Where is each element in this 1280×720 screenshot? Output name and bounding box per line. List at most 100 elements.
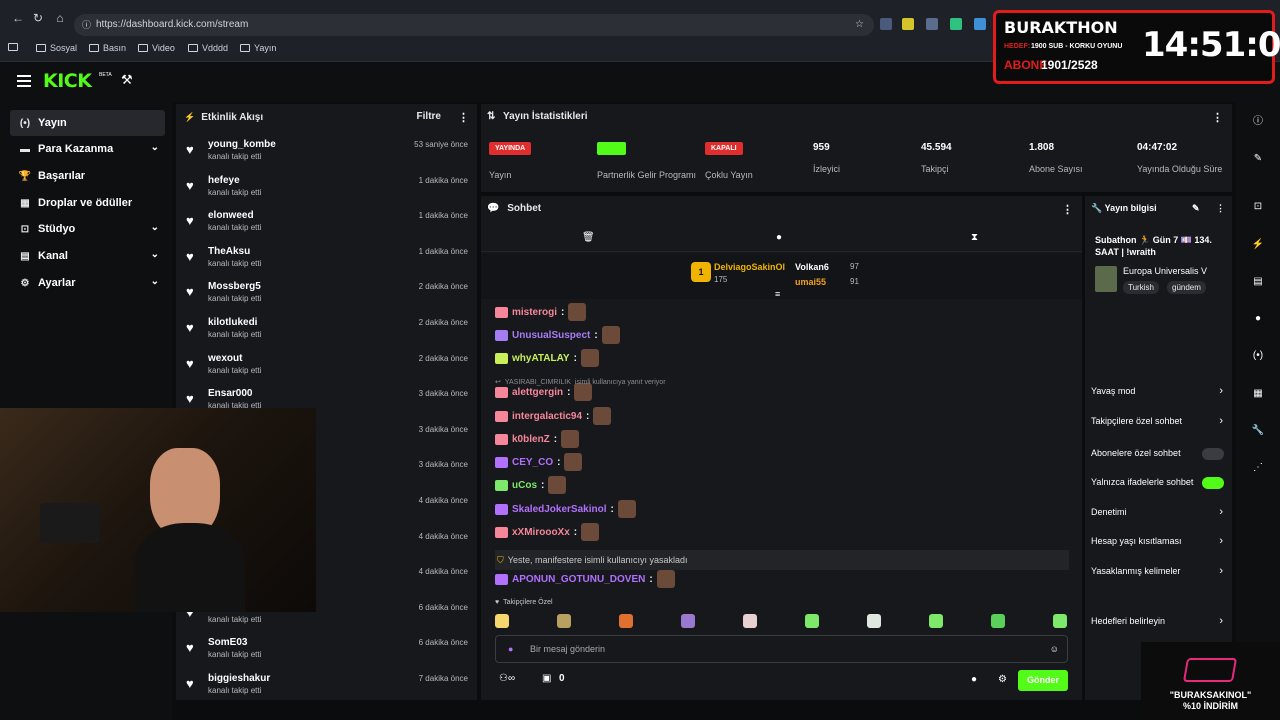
sidebar-item-ayarlar[interactable]: ⚙ Ayarlar ⌄ xyxy=(10,270,165,296)
hourglass-icon[interactable]: ⧗ xyxy=(971,232,978,243)
gear-icon[interactable]: ⚙ xyxy=(998,674,1007,685)
trash-icon[interactable]: 🗑 xyxy=(582,232,595,243)
toggle-subs-only[interactable] xyxy=(1202,448,1224,460)
chat-setting-row[interactable]: Yavaş mod › xyxy=(1091,385,1226,397)
bolt-icon[interactable]: ⚡ xyxy=(1250,237,1266,253)
chat-icon[interactable]: ● xyxy=(1250,311,1266,327)
list-icon[interactable]: ▦ xyxy=(1250,386,1266,402)
tag[interactable]: gündem xyxy=(1167,281,1206,294)
toggle-emote-only[interactable] xyxy=(1202,477,1224,489)
chat-message[interactable]: misterogi: xyxy=(495,302,587,322)
refresh-icon[interactable]: ↻ xyxy=(30,10,46,26)
chat-username[interactable]: UnusualSuspect xyxy=(512,330,590,341)
more-icon[interactable]: ⋮ xyxy=(1212,111,1223,124)
bookmark-folder[interactable]: Vdddd xyxy=(188,43,228,53)
chat-username[interactable]: misterogi xyxy=(512,307,557,318)
collapse-icon[interactable]: ≡ xyxy=(775,289,780,299)
feed-row[interactable]: ♥ elonweed kanalı takip etti 1 dakika önce xyxy=(176,205,477,241)
emote-icon[interactable] xyxy=(1053,614,1067,628)
emote-icon[interactable] xyxy=(805,614,819,628)
reading-list-icon[interactable] xyxy=(8,43,18,51)
hammer-icon[interactable]: ⚒ xyxy=(121,72,133,88)
emoji-icon[interactable]: ☺ xyxy=(1050,636,1059,662)
chat-username[interactable]: intergalactic94 xyxy=(512,411,582,422)
chat-message[interactable]: APONUN_GOTUNU_DOVEN: xyxy=(495,569,675,589)
infinity-icon[interactable]: ⚇∞ xyxy=(499,673,515,684)
address-bar[interactable]: ⓘ https://dashboard.kick.com/stream ☆ xyxy=(74,14,874,36)
send-button[interactable]: Gönder xyxy=(1018,670,1068,691)
chat-message[interactable]: xXMiroooXx: xyxy=(495,522,600,542)
kick-logo[interactable]: KICK xyxy=(43,70,92,92)
broadcast-icon[interactable]: (•) xyxy=(1250,348,1266,364)
home-icon[interactable]: ⌂ xyxy=(52,10,68,26)
extension-icon[interactable] xyxy=(902,18,914,30)
chat-message[interactable]: CEY_CO: xyxy=(495,452,583,472)
bookmark-folder[interactable]: Yayın xyxy=(240,43,276,53)
chat-message[interactable]: k0blenZ: xyxy=(495,429,580,449)
emote-icon[interactable] xyxy=(495,614,509,628)
extension-icon[interactable] xyxy=(926,18,938,30)
extension-icon[interactable] xyxy=(974,18,986,30)
feed-row[interactable]: ♥ biggieshakur kanalı takip etti 7 dakika ö… xyxy=(176,668,477,704)
chat-bubble-icon[interactable]: ● xyxy=(776,232,782,243)
chat-message[interactable]: uCos: xyxy=(495,475,567,495)
feed-row[interactable]: ♥ hefeye kanalı takip etti 1 dakika önce xyxy=(176,170,477,206)
menu-icon[interactable] xyxy=(17,75,31,87)
sidebar-item-studyo[interactable]: ⊡ Stüdyo ⌄ xyxy=(10,216,165,242)
emote-icon[interactable] xyxy=(743,614,757,628)
back-icon[interactable]: ← xyxy=(10,10,26,26)
feed-row[interactable]: ♥ SomE03 kanalı takip etti 6 dakika önce xyxy=(176,632,477,668)
emote-icon[interactable] xyxy=(991,614,1005,628)
info-icon[interactable]: ⓘ xyxy=(1250,114,1266,130)
feed-row[interactable]: ♥ wexout kanalı takip etti 2 dakika önce xyxy=(176,348,477,384)
extension-icon[interactable] xyxy=(950,18,962,30)
bookmark-folder[interactable]: Basın xyxy=(89,43,126,53)
pen-icon[interactable]: ✎ xyxy=(1250,151,1266,167)
chat-username[interactable]: uCos xyxy=(512,480,537,491)
edit-icon[interactable]: ✎ xyxy=(1192,203,1200,214)
bookmark-folder[interactable]: Sosyal xyxy=(36,43,77,53)
filter-button[interactable]: Filtre xyxy=(417,111,441,122)
emote-icon[interactable] xyxy=(867,614,881,628)
document-icon[interactable]: ▤ xyxy=(1250,274,1266,290)
more-icon[interactable]: ⋮ xyxy=(1216,203,1225,214)
sidebar-item-basarilar[interactable]: 🏆 Başarılar xyxy=(10,163,165,189)
wrench-icon[interactable]: 🔧 xyxy=(1250,423,1266,439)
feed-row[interactable]: ♥ Mossberg5 kanalı takip etti 2 dakika önce xyxy=(176,276,477,312)
share-icon[interactable]: ⋰ xyxy=(1250,460,1266,476)
chat-message[interactable]: UnusualSuspect: xyxy=(495,325,620,345)
emote-icon[interactable] xyxy=(929,614,943,628)
more-icon[interactable]: ⋮ xyxy=(458,111,469,124)
emote-icon[interactable] xyxy=(681,614,695,628)
chat-setting-row[interactable]: Hesap yaşı kısıtlaması › xyxy=(1091,535,1226,547)
sidebar-item-yayin[interactable]: (•) Yayın xyxy=(10,110,165,136)
chat-setting-row[interactable]: Denetimi › xyxy=(1091,506,1226,518)
tag[interactable]: Turkish xyxy=(1123,281,1159,294)
star-icon[interactable]: ☆ xyxy=(855,14,864,36)
bookmark-folder[interactable]: Video xyxy=(138,43,175,53)
chat-username[interactable]: CEY_CO xyxy=(512,457,553,468)
chat-setting-row[interactable]: Yasaklanmış kelimeler › xyxy=(1091,565,1226,577)
chat-message[interactable]: intergalactic94: xyxy=(495,406,612,426)
store-icon[interactable]: ▣ xyxy=(542,673,551,684)
capture-icon[interactable]: ⊡ xyxy=(1250,199,1266,215)
chat-username[interactable]: APONUN_GOTUNU_DOVEN xyxy=(512,574,645,585)
chat-input[interactable]: ● Bir mesaj gönderin ☺ xyxy=(495,635,1068,663)
chat-setting-row[interactable]: Hedefleri belirleyin › xyxy=(1091,615,1226,627)
feed-row[interactable]: ♥ TheAksu kanalı takip etti 1 dakika önce xyxy=(176,241,477,277)
chat-username[interactable]: alettgergin xyxy=(512,387,563,398)
sidebar-item-droplar[interactable]: ▦ Droplar ve ödüller xyxy=(10,190,165,216)
chat-settings-icon[interactable]: ● xyxy=(971,674,977,685)
chat-username[interactable]: SkaledJokerSakinol xyxy=(512,504,607,515)
feed-row[interactable]: ♥ young_kombe kanalı takip etti 53 saniye ö… xyxy=(176,134,477,170)
chat-message[interactable]: whyATALAY: xyxy=(495,348,599,368)
feed-row[interactable]: ♥ kilotlukedi kanalı takip etti 2 dakika ön… xyxy=(176,312,477,348)
more-icon[interactable]: ⋮ xyxy=(1062,203,1073,216)
chat-message[interactable]: SkaledJokerSakinol: xyxy=(495,499,636,519)
microphone-icon[interactable]: ● xyxy=(508,636,513,662)
chat-username[interactable]: xXMiroooXx xyxy=(512,527,570,538)
extension-icon[interactable] xyxy=(880,18,892,30)
sidebar-item-para-kazanma[interactable]: ▬ Para Kazanma ⌄ xyxy=(10,136,165,162)
emote-icon[interactable] xyxy=(619,614,633,628)
chat-setting-row[interactable]: Takipçilere özel sohbet › xyxy=(1091,415,1226,427)
